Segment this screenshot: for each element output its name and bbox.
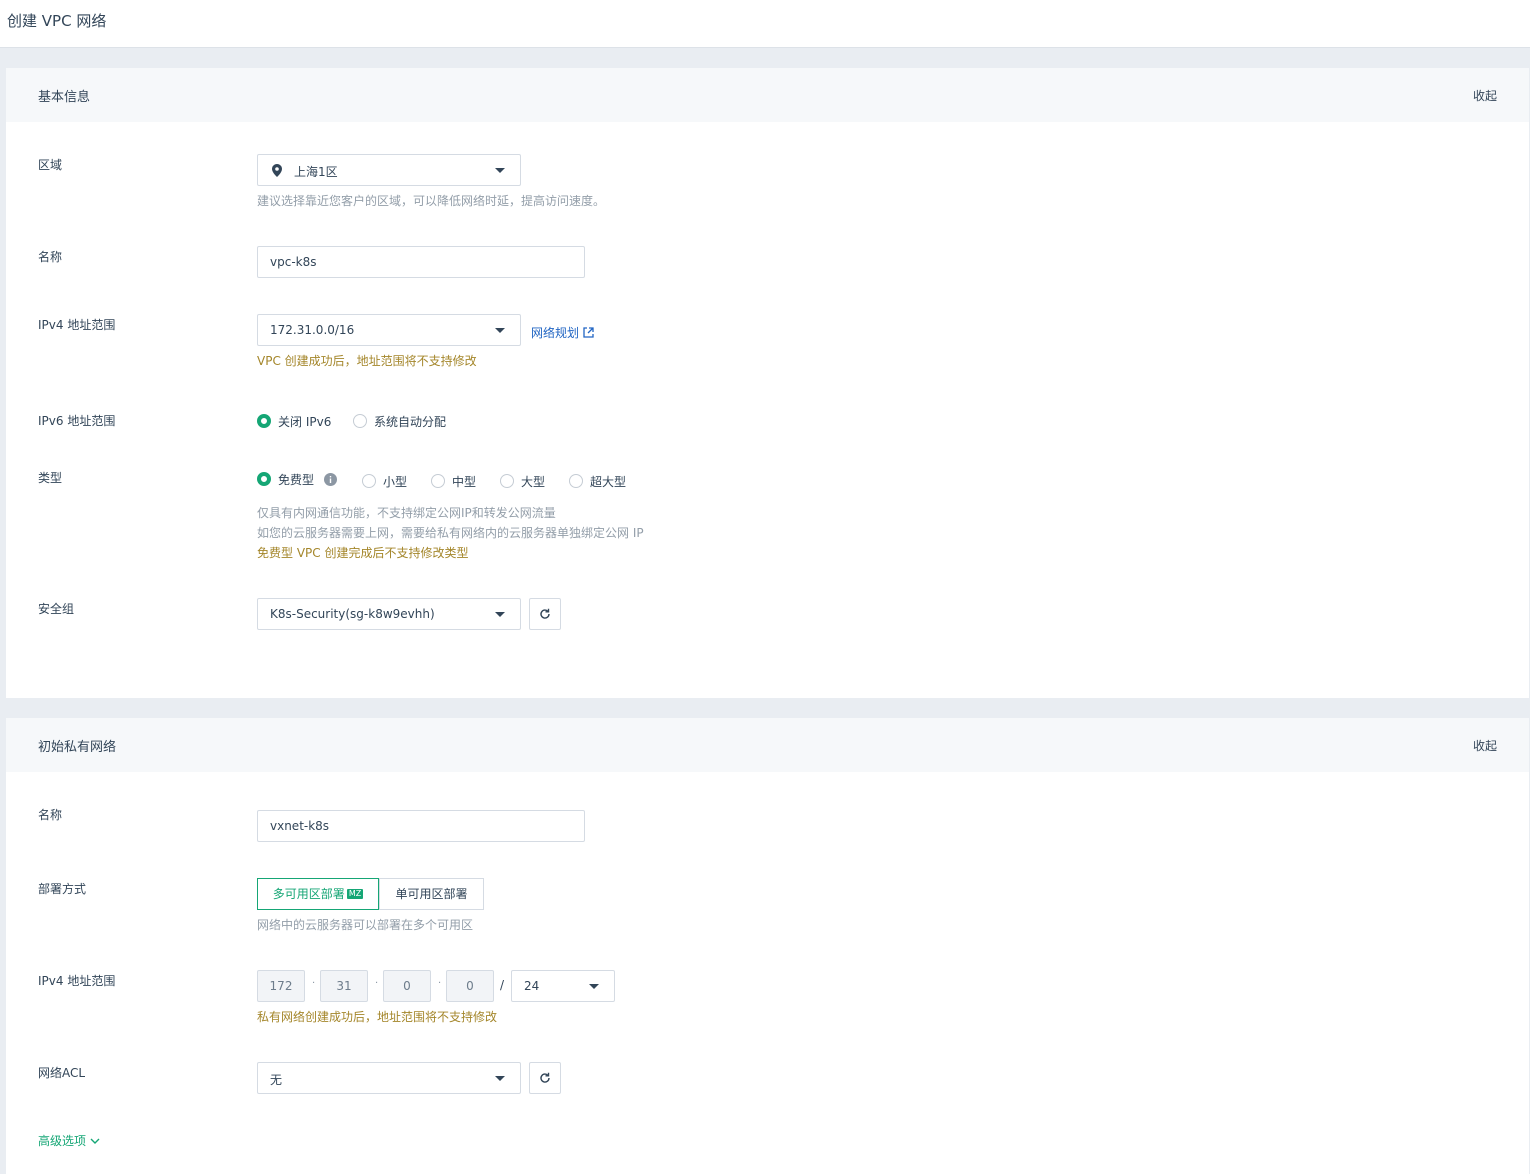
ipv4-range-select[interactable]: 172.31.0.0/16 <box>257 314 521 346</box>
region-label: 区域 <box>38 158 63 172</box>
ipv6-range-label: IPv6 地址范围 <box>38 414 116 428</box>
region-hint: 建议选择靠近您客户的区域，可以降低网络时延，提高访问速度。 <box>257 194 606 208</box>
external-link-icon <box>583 327 594 338</box>
mz-badge: MZ <box>346 889 364 899</box>
mask-slash: / <box>500 978 505 992</box>
vpc-name-label: 名称 <box>38 250 63 264</box>
advanced-options-toggle[interactable]: 高级选项 <box>38 1132 100 1149</box>
ipv4-octet-4[interactable]: 0 <box>446 970 494 1002</box>
security-group-value: K8s-Security(sg-k8w9evhh) <box>270 607 435 621</box>
caret-down-icon <box>495 612 505 617</box>
private-network-card: 初始私有网络 收起 名称 vxnet-k8s 部署方式 多可用区部署 MZ 单可用… <box>6 718 1529 1174</box>
basic-collapse-button[interactable]: 收起 <box>1473 87 1497 104</box>
octet-separator: · <box>438 978 442 989</box>
acl-label: 网络ACL <box>38 1066 86 1080</box>
vxnet-ipv4-warning: 私有网络创建成功后，地址范围将不支持修改 <box>257 1010 498 1024</box>
page-title: 创建 VPC 网络 <box>7 12 107 30</box>
vxnet-ipv4-label: IPv4 地址范围 <box>38 974 116 988</box>
ipv4-range-value: 172.31.0.0/16 <box>270 323 355 337</box>
network-planning-label: 网络规划 <box>531 326 580 340</box>
subnet-mask-value: 24 <box>524 979 540 993</box>
caret-down-icon <box>495 168 505 173</box>
vxnet-ipv4-input-group: 172 · 31 · 0 · 0 / 24 <box>257 970 617 1002</box>
type-label: 类型 <box>38 471 63 485</box>
refresh-icon <box>540 1072 550 1083</box>
acl-select[interactable]: 无 <box>257 1062 521 1094</box>
refresh-icon <box>540 608 550 619</box>
info-icon[interactable] <box>324 473 337 486</box>
vxnet-name-label: 名称 <box>38 808 63 822</box>
octet-separator: · <box>312 978 316 989</box>
top-bar: 创建 VPC 网络 <box>0 0 1530 48</box>
caret-down-icon <box>589 984 599 989</box>
deploy-mode-hint: 网络中的云服务器可以部署在多个可用区 <box>257 918 474 932</box>
region-value: 上海1区 <box>294 165 338 179</box>
chevron-down-icon <box>90 1138 100 1144</box>
basic-info-title: 基本信息 <box>38 90 91 105</box>
private-network-header: 初始私有网络 收起 <box>6 718 1529 772</box>
multi-zone-deploy-button[interactable]: 多可用区部署 MZ <box>257 878 379 910</box>
single-zone-deploy-button[interactable]: 单可用区部署 <box>379 878 484 910</box>
acl-value: 无 <box>270 1073 283 1087</box>
caret-down-icon <box>495 328 505 333</box>
basic-info-header: 基本信息 收起 <box>6 68 1529 122</box>
network-planning-link[interactable]: 网络规划 <box>531 324 594 341</box>
vxnet-name-input[interactable]: vxnet-k8s <box>257 810 585 842</box>
acl-refresh-button[interactable] <box>529 1062 561 1094</box>
type-hint-2: 如您的云服务器需要上网，需要给私有网络内的云服务器单独绑定公网 IP <box>257 526 644 540</box>
caret-down-icon <box>495 1076 505 1081</box>
private-network-title: 初始私有网络 <box>38 740 117 755</box>
security-group-label: 安全组 <box>38 602 75 616</box>
vxnet-collapse-button[interactable]: 收起 <box>1473 737 1497 754</box>
location-pin-icon <box>272 164 282 177</box>
vpc-name-input[interactable]: vpc-k8s <box>257 246 585 278</box>
type-warning: 免费型 VPC 创建完成后不支持修改类型 <box>257 546 469 560</box>
security-group-refresh-button[interactable] <box>529 598 561 630</box>
ipv4-range-label: IPv4 地址范围 <box>38 318 116 332</box>
basic-info-card: 基本信息 收起 区域 上海1区 建议选择靠近您客户的区域，可以降低网络时延，提高… <box>6 68 1529 698</box>
ipv4-range-warning: VPC 创建成功后，地址范围将不支持修改 <box>257 354 477 368</box>
ipv4-octet-3[interactable]: 0 <box>383 970 431 1002</box>
ipv4-octet-2[interactable]: 31 <box>320 970 368 1002</box>
security-group-select[interactable]: K8s-Security(sg-k8w9evhh) <box>257 598 521 630</box>
region-select[interactable]: 上海1区 <box>257 154 521 186</box>
octet-separator: · <box>375 978 379 989</box>
ipv4-octet-1[interactable]: 172 <box>257 970 305 1002</box>
subnet-mask-select[interactable]: 24 <box>511 970 615 1002</box>
deploy-mode-label: 部署方式 <box>38 882 87 896</box>
type-hint-1: 仅具有内网通信功能，不支持绑定公网IP和转发公网流量 <box>257 506 556 520</box>
